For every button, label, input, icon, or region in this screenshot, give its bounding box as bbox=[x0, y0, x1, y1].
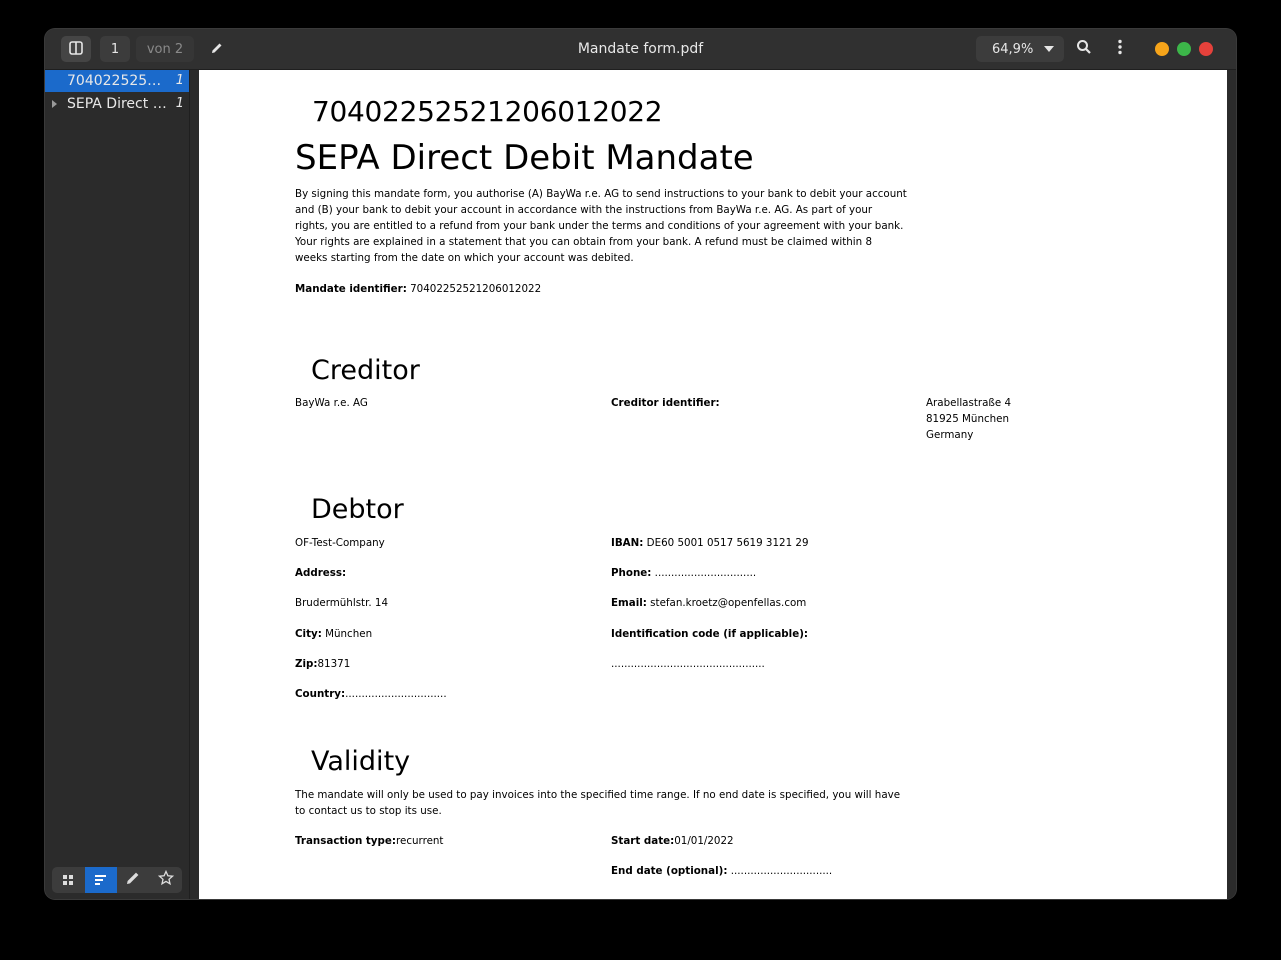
expander-icon[interactable] bbox=[52, 100, 57, 108]
sidebar-toggle-button[interactable] bbox=[61, 36, 91, 62]
outline-item-sepa[interactable]: SEPA Direct Debit Mandate 1 bbox=[45, 93, 189, 115]
sidebar: 70402252521206012022 1 SEPA Direct Debit… bbox=[45, 70, 190, 899]
maximize-button[interactable] bbox=[1177, 42, 1191, 56]
mandate-identifier-label: Mandate identifier: bbox=[295, 283, 407, 295]
header-bar: 1 von 2 Mandate form.pdf 64,9% bbox=[45, 29, 1236, 70]
outline-item-label: SEPA Direct Debit Mandate bbox=[67, 96, 167, 112]
thumbnails-icon bbox=[62, 871, 74, 890]
mandate-identifier: Mandate identifier: 70402252521206012022 bbox=[295, 281, 541, 297]
zoom-select[interactable]: 64,9% bbox=[976, 36, 1064, 62]
zoom-value: 64,9% bbox=[992, 41, 1034, 57]
outline-item-page: 1 bbox=[175, 96, 184, 111]
document-id-heading: 70402252521206012022 bbox=[312, 95, 663, 128]
search-icon bbox=[1076, 39, 1092, 59]
debtor-phone: Phone: ............................... bbox=[611, 567, 757, 579]
document-title: SEPA Direct Debit Mandate bbox=[295, 138, 754, 178]
annotations-icon bbox=[125, 870, 141, 890]
debtor-zip: Zip:81371 bbox=[295, 658, 351, 670]
outline-item-label: 70402252521206012022 bbox=[67, 73, 167, 89]
vertical-scrollbar[interactable] bbox=[1227, 70, 1236, 899]
page-count-label: von 2 bbox=[136, 36, 194, 62]
tab-outline[interactable] bbox=[84, 867, 117, 893]
tab-annotations[interactable] bbox=[117, 867, 150, 893]
creditor-address-line3: Germany bbox=[926, 429, 974, 441]
debtor-iban: IBAN: DE60 5001 0517 5619 3121 29 bbox=[611, 537, 809, 549]
minimize-button[interactable] bbox=[1155, 42, 1169, 56]
intro-paragraph: By signing this mandate form, you author… bbox=[295, 188, 907, 264]
debtor-city: City: München bbox=[295, 628, 373, 640]
chevron-down-icon bbox=[1044, 46, 1054, 52]
close-button[interactable] bbox=[1199, 42, 1213, 56]
page-number-input[interactable]: 1 bbox=[100, 36, 130, 62]
debtor-email: Email: stefan.kroetz@openfellas.com bbox=[611, 597, 807, 609]
debtor-heading: Debtor bbox=[311, 494, 404, 525]
validity-text: The mandate will only be used to pay inv… bbox=[295, 789, 901, 817]
creditor-identifier-label: Creditor identifier: bbox=[611, 397, 720, 409]
sidebar-icon bbox=[69, 40, 83, 59]
debtor-identification-code-label: Identification code (if applicable): bbox=[611, 628, 809, 640]
tab-bookmarks[interactable] bbox=[150, 867, 183, 893]
end-date: End date (optional): ...................… bbox=[611, 865, 833, 877]
creditor-heading: Creditor bbox=[311, 355, 420, 386]
validity-heading: Validity bbox=[311, 746, 411, 777]
debtor-company: OF-Test-Company bbox=[295, 537, 385, 549]
mandate-identifier-value: 70402252521206012022 bbox=[410, 283, 542, 295]
annotate-button[interactable] bbox=[203, 36, 231, 62]
creditor-address-line1: Arabellastraße 4 bbox=[926, 397, 1012, 409]
pencil-icon bbox=[210, 40, 224, 59]
sidebar-view-switcher bbox=[52, 867, 182, 893]
pdf-page: 70402252521206012022 SEPA Direct Debit M… bbox=[199, 70, 1227, 899]
bookmarks-icon bbox=[157, 869, 174, 890]
transaction-type: Transaction type:recurrent bbox=[295, 835, 444, 847]
outline-item-id[interactable]: 70402252521206012022 1 bbox=[45, 70, 189, 92]
outline-item-page: 1 bbox=[175, 73, 184, 88]
debtor-address-label: Address: bbox=[295, 567, 347, 579]
start-date: Start date:01/01/2022 bbox=[611, 835, 734, 847]
debtor-country: Country:............................... bbox=[295, 688, 447, 700]
creditor-address-line2: 81925 München bbox=[926, 413, 1010, 425]
document-viewer-window: 1 von 2 Mandate form.pdf 64,9% 704022525… bbox=[45, 29, 1236, 899]
document-view[interactable]: 70402252521206012022 SEPA Direct Debit M… bbox=[190, 70, 1236, 899]
debtor-identification-code-value: ........................................… bbox=[611, 658, 765, 670]
tab-thumbnails[interactable] bbox=[52, 867, 85, 893]
debtor-street: Brudermühlstr. 14 bbox=[295, 597, 389, 609]
creditor-name: BayWa r.e. AG bbox=[295, 397, 368, 409]
outline-icon bbox=[94, 871, 108, 890]
search-button[interactable] bbox=[1071, 36, 1097, 62]
main-menu-button[interactable] bbox=[1107, 36, 1133, 62]
kebab-menu-icon bbox=[1117, 39, 1123, 59]
